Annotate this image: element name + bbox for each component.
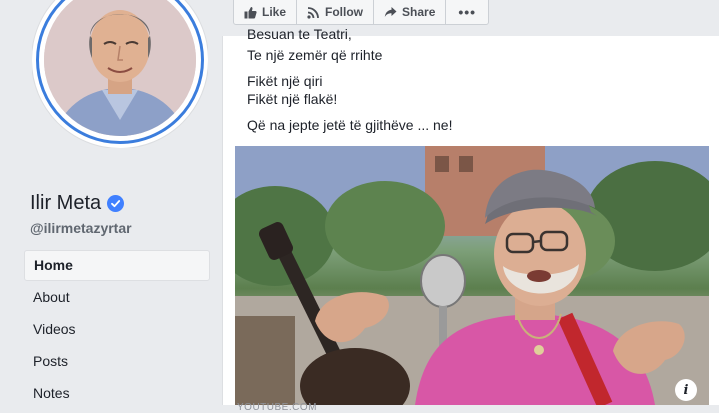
left-column: Ilir Meta @ilirmetazyrtar Home About Vid… — [0, 0, 221, 405]
video-thumbnail[interactable]: i — [235, 146, 709, 405]
more-icon: ••• — [458, 4, 477, 20]
page-name-row: Ilir Meta — [30, 192, 125, 215]
post-line: Fikët një qiri — [247, 73, 323, 89]
video-thumbnail-illustration — [235, 146, 709, 405]
share-button[interactable]: Share — [374, 0, 447, 24]
rss-icon — [307, 6, 319, 19]
follow-button-label: Follow — [325, 5, 364, 19]
info-icon[interactable]: i — [675, 379, 697, 401]
nav-item-posts[interactable]: Posts — [24, 346, 210, 377]
thumbs-up-icon — [244, 6, 257, 18]
post-line: Te një zemër që rrihte — [247, 47, 383, 63]
profile-picture[interactable] — [32, 0, 208, 148]
post-text: Te një zemër që rrihte Fikët një qiri Fi… — [247, 46, 707, 142]
page-handle[interactable]: @ilirmetazyrtar — [30, 220, 132, 236]
post-line: Fikët një flakë! — [247, 91, 338, 107]
page-nav: Home About Videos Posts Notes — [24, 250, 210, 410]
page-name[interactable]: Ilir Meta — [30, 192, 101, 215]
nav-item-notes[interactable]: Notes — [24, 378, 210, 409]
like-button-label: Like — [262, 5, 287, 19]
post-card: Besuan te Teatri, Te një zemër që rrihte… — [222, 26, 719, 413]
nav-item-home[interactable]: Home — [24, 250, 210, 281]
nav-item-videos[interactable]: Videos — [24, 314, 210, 345]
more-options-button[interactable]: ••• — [446, 0, 488, 24]
page-action-bar: Like Follow Share ••• — [233, 0, 490, 25]
like-button[interactable]: Like — [234, 0, 298, 24]
verified-badge-icon — [107, 195, 125, 212]
follow-button[interactable]: Follow — [297, 0, 375, 24]
share-button-label: Share — [402, 5, 436, 19]
post-text-clipped-line: Besuan te Teatri, — [247, 26, 352, 42]
link-source-domain: YOUTUBE.COM — [237, 402, 317, 413]
nav-item-about[interactable]: About — [24, 282, 210, 313]
post-line: Që na jepte jetë të gjithëve ... ne! — [247, 117, 453, 133]
share-icon — [384, 6, 397, 17]
